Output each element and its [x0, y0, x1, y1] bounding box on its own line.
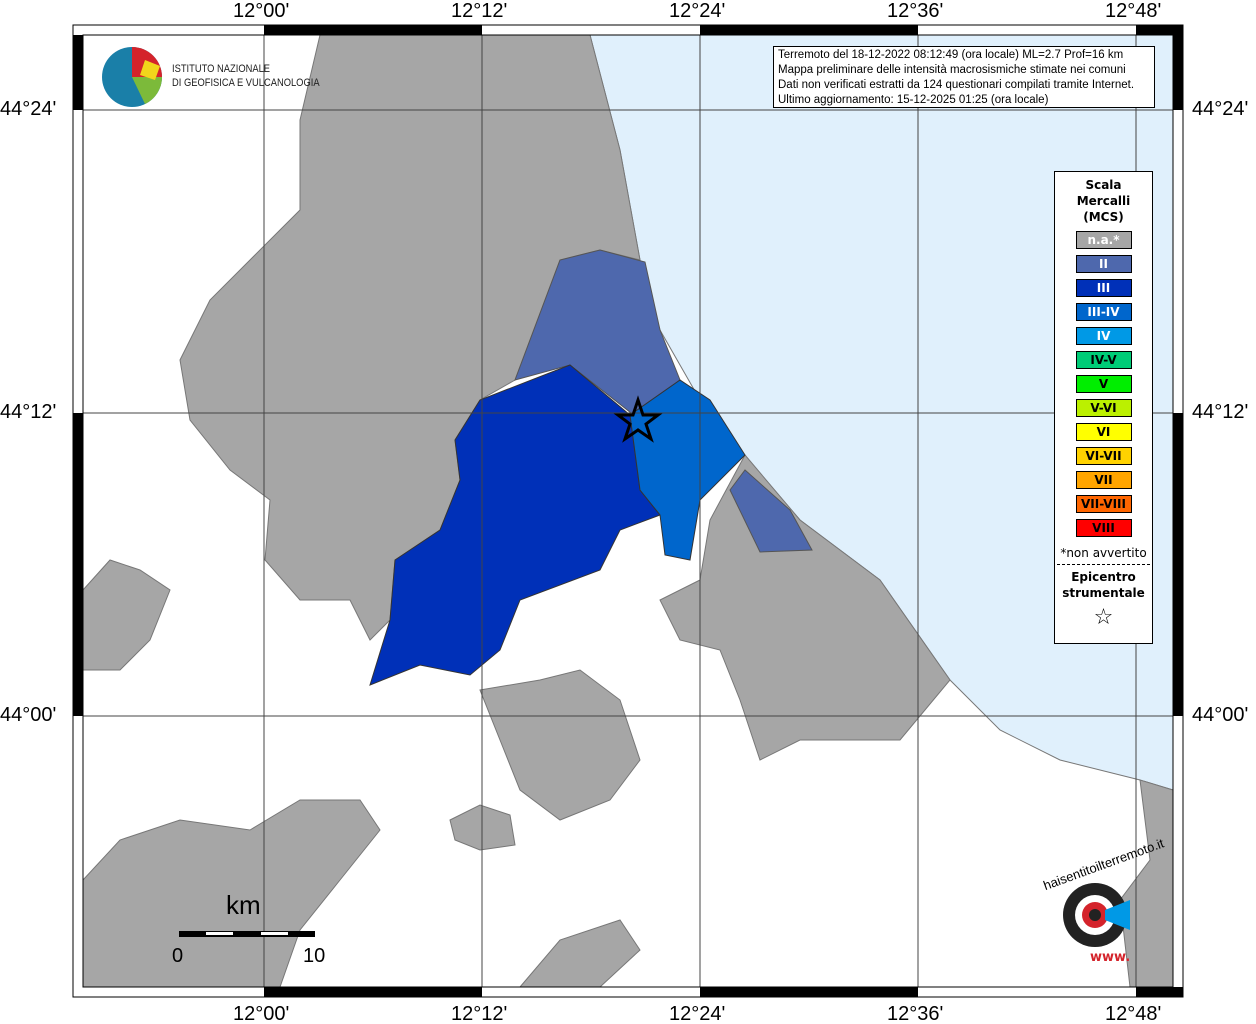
info-line: Ultimo aggiornamento: 15-12-2025 01:25 (… — [778, 94, 1049, 106]
lat-label: 44°24' — [0, 98, 57, 120]
lon-label: 12°48' — [1105, 1003, 1162, 1024]
scale-bar — [179, 931, 315, 937]
legend-title: Scala Mercalli (MCS) — [1076, 178, 1131, 224]
lat-label: 44°00' — [0, 704, 57, 726]
ingv-globe-logo — [102, 47, 162, 107]
epicentre-legend: Epicentro strumentale — [1062, 570, 1145, 600]
logo-line: DI GEOFISICA E VULCANOLOGIA — [172, 77, 320, 89]
lat-label: 44°00' — [1192, 704, 1249, 726]
legend-swatch-vii: VII — [1075, 471, 1132, 489]
lon-label: 12°00' — [233, 1003, 290, 1024]
lon-label: 12°00' — [233, 0, 290, 22]
info-line: Mappa preliminare delle intensità macros… — [778, 64, 1126, 76]
intensity-map: 12°00' 12°12' 12°24' 12°36' 12°48' 12°00… — [0, 0, 1256, 1024]
legend-swatch-ii: II — [1075, 255, 1132, 273]
badge-url: www. — [1090, 950, 1131, 965]
event-info-box: Terremoto del 18-12-2022 08:12:49 (ora l… — [773, 46, 1155, 108]
lon-label: 12°12' — [451, 0, 508, 22]
scale-max: 10 — [303, 945, 326, 967]
star-icon: ☆ — [1093, 605, 1114, 630]
mcs-legend: Scala Mercalli (MCS) n.a.* II III III-IV IV IV-… — [1054, 171, 1153, 644]
info-line: Dati non verificati estratti da 124 ques… — [778, 79, 1135, 91]
legend-swatch-iii: III — [1075, 279, 1132, 297]
legend-swatch-viii: VIII — [1075, 519, 1132, 537]
legend-swatch-iii-iv: III-IV — [1075, 303, 1132, 321]
lon-label: 12°24' — [669, 1003, 726, 1024]
legend-note: *non avvertito — [1060, 546, 1147, 560]
lat-label: 44°12' — [0, 401, 57, 423]
lon-label: 12°36' — [887, 1003, 944, 1024]
legend-swatch-v: V — [1075, 375, 1132, 393]
logo-line: ISTITUTO NAZIONALE — [172, 63, 271, 75]
legend-swatch-iv-v: IV-V — [1075, 351, 1132, 369]
lon-label: 12°24' — [669, 0, 726, 22]
legend-swatch-vi-vii: VI-VII — [1075, 447, 1132, 465]
lon-label: 12°36' — [887, 0, 944, 22]
ingv-logo-text: ISTITUTO NAZIONALE DI GEOFISICA E VULCANO… — [166, 62, 346, 90]
legend-swatch-vi: VI — [1075, 423, 1132, 441]
scale-unit: km — [226, 890, 261, 920]
lon-label: 12°48' — [1105, 0, 1162, 22]
legend-swatch-vii-viii: VII-VIII — [1075, 495, 1132, 513]
lat-label: 44°24' — [1192, 98, 1249, 120]
legend-swatch-v-vi: V-VI — [1075, 399, 1132, 417]
info-line: Terremoto del 18-12-2022 08:12:49 (ora l… — [778, 49, 1124, 61]
legend-swatch-na: n.a.* — [1075, 231, 1132, 249]
lat-label: 44°12' — [1192, 401, 1249, 423]
lon-label: 12°12' — [451, 1003, 508, 1024]
legend-swatch-iv: IV — [1075, 327, 1132, 345]
scale-min: 0 — [172, 945, 184, 967]
